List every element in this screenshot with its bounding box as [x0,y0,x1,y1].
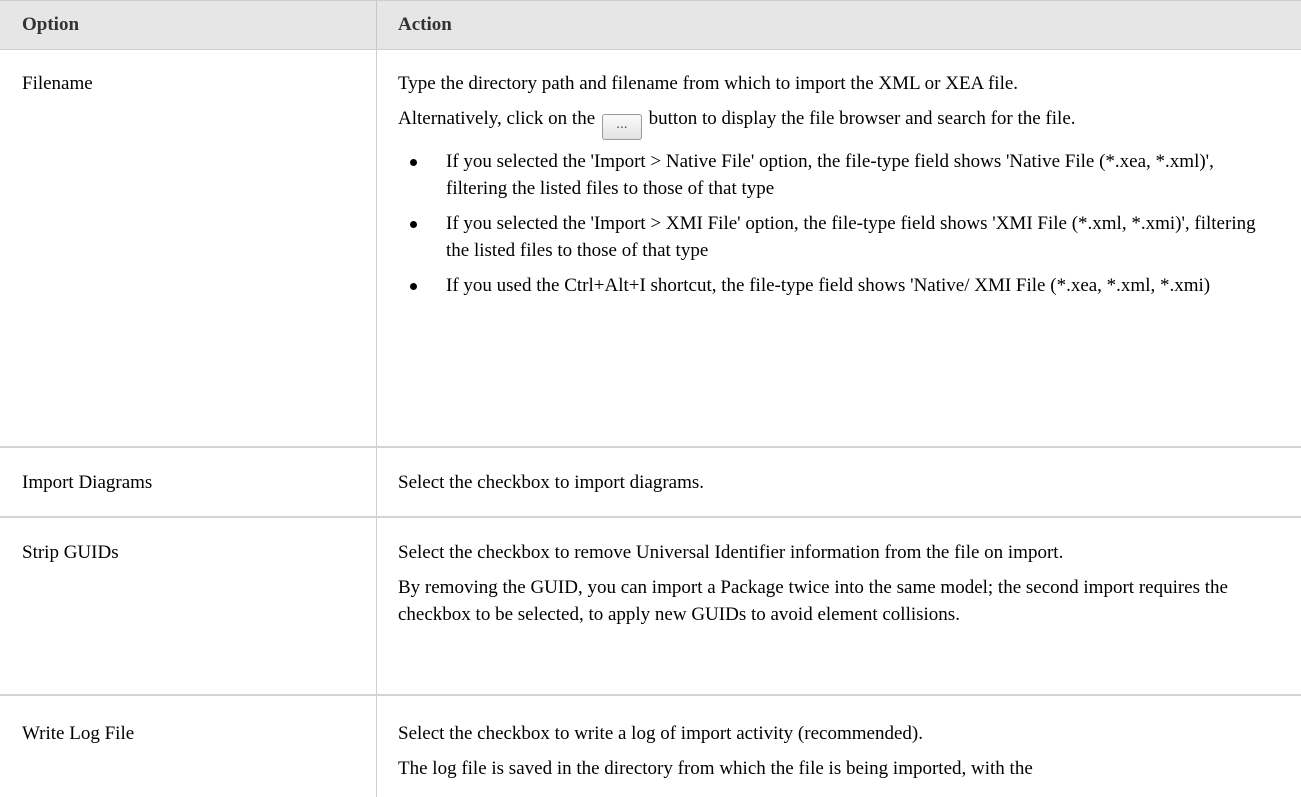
action-text: Select the checkbox to write a log of im… [398,723,923,744]
column-divider [376,50,377,448]
action-text: The log file is saved in the directory f… [398,758,1033,779]
action-text: Alternatively, click on the ... button t… [398,105,1278,140]
action-text: Select the checkbox to remove Universal … [398,542,1064,563]
list-item-text: If you selected the 'Import > XMI File' … [446,213,1256,261]
column-divider [376,518,377,696]
list-item-text: If you used the Ctrl+Alt+I shortcut, the… [446,275,1211,296]
option-strip-guids: Strip GUIDs [22,542,119,563]
action-strip-guids: Select the checkbox to remove Universal … [398,539,1278,636]
bullet-icon [410,159,417,166]
list-item: If you selected the 'Import > XMI File' … [398,210,1278,264]
action-text-part: Alternatively, click on the [398,108,596,129]
action-write-log-file: Select the checkbox to write a log of im… [398,720,1278,790]
header-divider [376,1,377,49]
option-filename: Filename [22,73,93,94]
table-row-write-log-file: Write Log File Select the checkbox to wr… [0,696,1301,797]
column-divider [376,696,377,797]
browse-button[interactable]: ... [601,114,642,140]
action-text: Select the checkbox to import diagrams. [398,472,705,493]
column-divider [376,448,377,518]
option-import-diagrams: Import Diagrams [22,472,153,493]
header-option: Option [22,14,80,35]
option-write-log-file: Write Log File [22,723,135,744]
header-action: Action [398,14,452,35]
list-item: If you used the Ctrl+Alt+I shortcut, the… [398,272,1278,299]
action-import-diagrams: Select the checkbox to import diagrams. [398,469,1278,504]
action-text: Type the directory path and filename fro… [398,73,1019,94]
action-text: By removing the GUID, you can import a P… [398,577,1228,625]
action-filename: Type the directory path and filename fro… [398,70,1278,307]
bullet-icon [410,283,417,290]
bullet-icon [410,221,417,228]
table-row-strip-guids: Strip GUIDs Select the checkbox to remov… [0,518,1301,696]
list-item-text: If you selected the 'Import > Native Fil… [446,151,1214,199]
list-item: If you selected the 'Import > Native Fil… [398,148,1278,202]
bullet-list: If you selected the 'Import > Native Fil… [398,148,1278,299]
table-row-import-diagrams: Import Diagrams Select the checkbox to i… [0,448,1301,518]
table-row-filename: Filename Type the directory path and fil… [0,50,1301,448]
action-text-part: button to display the file browser and s… [648,108,1076,129]
table-header: Option Action [0,0,1301,50]
